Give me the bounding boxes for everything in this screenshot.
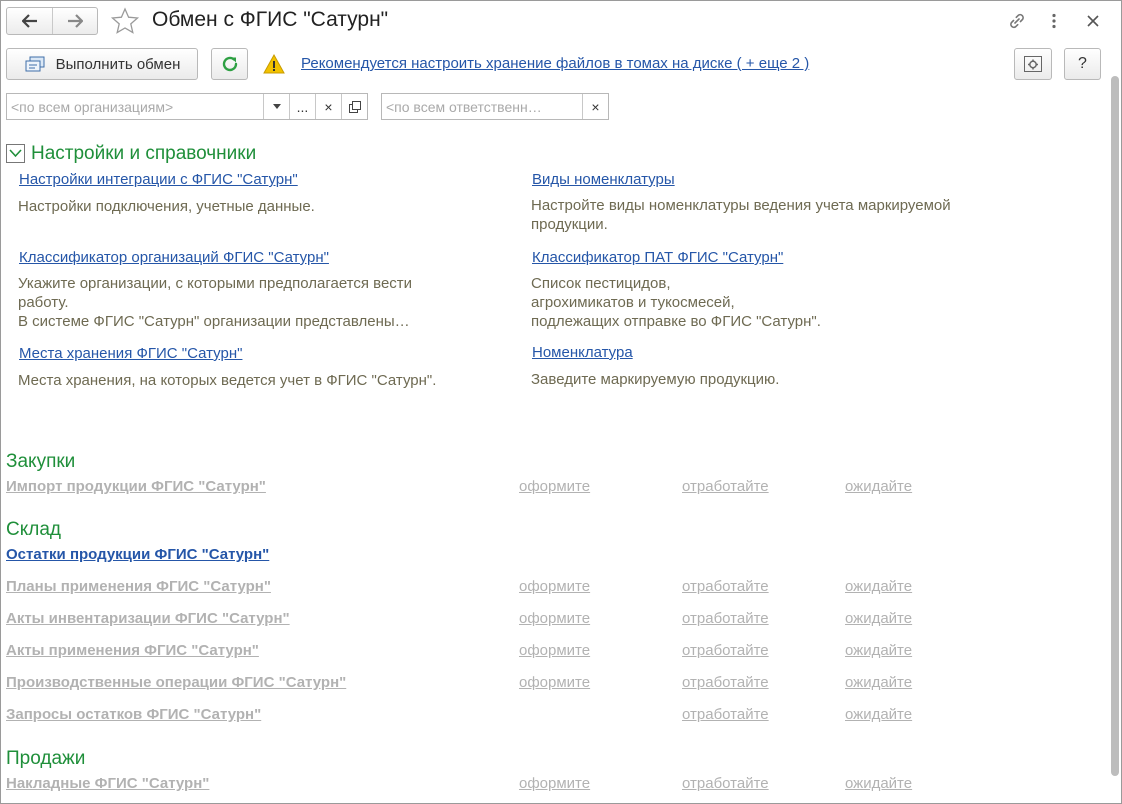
refresh-icon — [222, 56, 237, 72]
refresh-button[interactable] — [211, 48, 248, 80]
organization-dropdown-button[interactable] — [263, 94, 289, 119]
navigation-buttons — [6, 7, 98, 35]
execute-exchange-label: Выполнить обмен — [55, 55, 181, 73]
settings-icon — [1024, 56, 1042, 72]
close-icon — [1087, 15, 1099, 27]
status-process[interactable]: отработайте — [682, 478, 769, 495]
status-process[interactable]: отработайте — [682, 610, 769, 627]
open-form-icon — [348, 100, 361, 113]
status-process[interactable]: отработайте — [682, 578, 769, 595]
more-vertical-icon — [1052, 13, 1056, 29]
product-balances-link[interactable]: Остатки продукции ФГИС "Сатурн" — [6, 546, 269, 563]
status-process[interactable]: отработайте — [682, 775, 769, 792]
form-settings-button[interactable] — [1014, 48, 1052, 80]
responsible-filter-input[interactable] — [382, 94, 582, 119]
status-issue[interactable]: оформите — [519, 578, 590, 595]
status-issue[interactable]: оформите — [519, 642, 590, 659]
more-actions-button[interactable] — [1042, 9, 1066, 33]
forward-arrow-icon — [68, 14, 83, 28]
status-process[interactable]: отработайте — [682, 706, 769, 723]
status-issue[interactable]: оформите — [519, 610, 590, 627]
status-wait[interactable]: ожидайте — [845, 610, 912, 627]
collapse-icon — [9, 149, 22, 158]
help-button[interactable]: ? — [1064, 48, 1101, 80]
organization-filter: ... × — [6, 93, 368, 120]
balance-requests-link[interactable]: Запросы остатков ФГИС "Сатурн" — [6, 706, 261, 723]
application-plans-link[interactable]: Планы применения ФГИС "Сатурн" — [6, 578, 271, 595]
status-wait[interactable]: ожидайте — [845, 706, 912, 723]
status-wait[interactable]: ожидайте — [845, 775, 912, 792]
copy-link-button[interactable] — [1005, 9, 1029, 33]
storage-places-desc: Места хранения, на которых ведется учет … — [18, 372, 437, 389]
storage-places-link[interactable]: Места хранения ФГИС "Сатурн" — [19, 345, 242, 362]
organizations-classifier-desc: Укажите организации, с которыми предпола… — [18, 275, 413, 330]
status-wait[interactable]: ожидайте — [845, 578, 912, 595]
integration-settings-link[interactable]: Настройки интеграции с ФГИС "Сатурн" — [19, 171, 298, 188]
application-acts-link[interactable]: Акты применения ФГИС "Сатурн" — [6, 642, 259, 659]
scrollbar-thumb[interactable] — [1111, 76, 1119, 776]
status-issue[interactable]: оформите — [519, 478, 590, 495]
status-process[interactable]: отработайте — [682, 674, 769, 691]
execute-exchange-button[interactable]: Выполнить обмен — [6, 48, 198, 80]
production-operations-link[interactable]: Производственные операции ФГИС "Сатурн" — [6, 674, 346, 691]
forward-button[interactable] — [52, 8, 97, 34]
status-process[interactable]: отработайте — [682, 642, 769, 659]
status-wait[interactable]: ожидайте — [845, 478, 912, 495]
title-bar: Обмен с ФГИС "Сатурн" — [1, 1, 1121, 41]
settings-group-toggle[interactable] — [6, 144, 25, 163]
status-wait[interactable]: ожидайте — [845, 642, 912, 659]
main-window: Обмен с ФГИС "Сатурн" Выполнить обмен Ре… — [0, 0, 1122, 804]
favorite-button[interactable] — [109, 6, 141, 36]
organization-clear-button[interactable]: × — [315, 94, 341, 119]
window-title: Обмен с ФГИС "Сатурн" — [152, 8, 389, 31]
back-button[interactable] — [7, 8, 52, 34]
warning-icon — [263, 53, 285, 74]
status-issue[interactable]: оформите — [519, 674, 590, 691]
close-window-button[interactable] — [1081, 9, 1105, 33]
file-storage-warning-link[interactable]: Рекомендуется настроить хранение файлов … — [301, 55, 809, 72]
exchange-icon — [25, 56, 45, 72]
inventory-acts-link[interactable]: Акты инвентаризации ФГИС "Сатурн" — [6, 610, 290, 627]
organization-filter-input[interactable] — [7, 94, 263, 119]
settings-group-title: Настройки и справочники — [31, 143, 257, 164]
integration-settings-desc: Настройки подключения, учетные данные. — [18, 198, 315, 215]
status-issue[interactable]: оформите — [519, 775, 590, 792]
section-warehouse: Склад — [6, 519, 61, 540]
organization-open-button[interactable] — [341, 94, 367, 119]
organization-select-button[interactable]: ... — [289, 94, 315, 119]
star-icon — [110, 7, 140, 34]
nomenclature-types-link[interactable]: Виды номенклатуры — [532, 171, 675, 188]
link-icon — [1010, 13, 1024, 29]
section-sales: Продажи — [6, 748, 86, 769]
responsible-clear-button[interactable]: × — [582, 94, 608, 119]
back-arrow-icon — [21, 14, 37, 28]
responsible-filter: × — [381, 93, 609, 120]
pat-classifier-link[interactable]: Классификатор ПАТ ФГИС "Сатурн" — [532, 249, 783, 266]
waybills-link[interactable]: Накладные ФГИС "Сатурн" — [6, 775, 209, 792]
nomenclature-desc: Заведите маркируемую продукцию. — [531, 371, 780, 388]
import-products-link[interactable]: Импорт продукции ФГИС "Сатурн" — [6, 478, 266, 495]
nomenclature-link[interactable]: Номенклатура — [532, 344, 633, 361]
chevron-down-icon — [272, 104, 281, 109]
nomenclature-types-desc: Настройте виды номенклатуры ведения учет… — [531, 197, 951, 233]
status-wait[interactable]: ожидайте — [845, 674, 912, 691]
organizations-classifier-link[interactable]: Классификатор организаций ФГИС "Сатурн" — [19, 249, 329, 266]
pat-classifier-desc: Список пестицидов, агрохимикатов и тукос… — [531, 275, 821, 330]
section-purchases: Закупки — [6, 451, 76, 472]
